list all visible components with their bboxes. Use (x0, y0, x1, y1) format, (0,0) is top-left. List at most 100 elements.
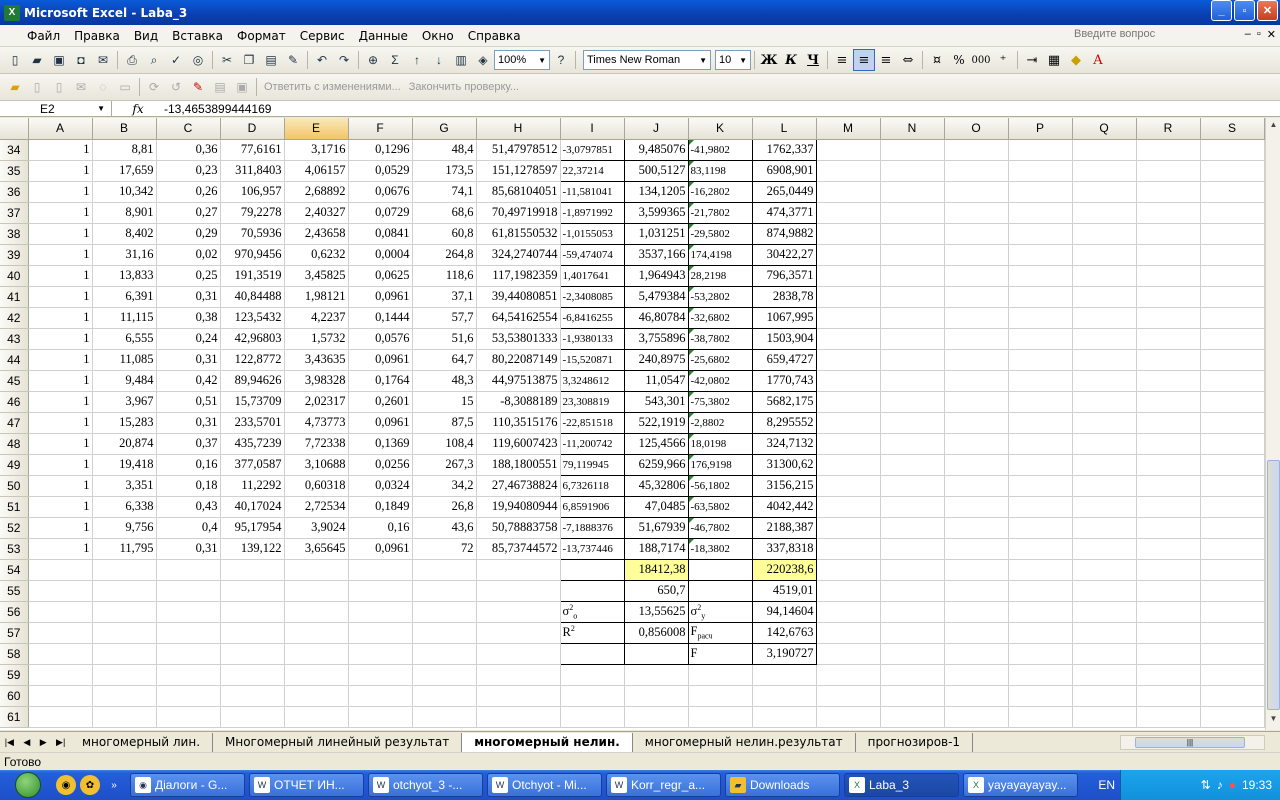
cell-h[interactable] (476, 706, 561, 728)
cell-d[interactable]: 377,0587 (220, 454, 285, 476)
cell-i[interactable]: -6,8416255 (559, 306, 625, 329)
merge-center-icon[interactable]: ⇔ (897, 49, 919, 71)
cell-k[interactable]: Fрасч (687, 621, 753, 644)
cell-a[interactable]: 1 (28, 244, 93, 266)
spelling-icon[interactable]: ✓ (165, 49, 187, 71)
cell-i[interactable] (559, 558, 625, 581)
cell-i[interactable]: -59,474074 (559, 243, 625, 266)
cell-i[interactable]: -11,581041 (559, 180, 625, 203)
cell-j[interactable] (623, 642, 689, 665)
row-header[interactable]: 43 (0, 328, 29, 350)
cell-p[interactable] (1008, 391, 1073, 413)
cell-q[interactable] (1072, 622, 1137, 644)
cell-i[interactable] (559, 642, 625, 665)
cell-o[interactable] (944, 370, 1009, 392)
research-icon[interactable]: ◎ (187, 49, 209, 71)
cell-l[interactable]: 1503,904 (751, 327, 817, 350)
cell-j[interactable] (624, 664, 689, 686)
cell-n[interactable] (880, 202, 945, 224)
cell-a[interactable]: 1 (28, 370, 93, 392)
cell-c[interactable]: 0,31 (156, 286, 221, 308)
cell-d[interactable]: 11,2292 (220, 475, 285, 497)
cell-e[interactable]: 2,40327 (284, 202, 349, 224)
cell-h[interactable]: 117,1982359 (476, 265, 561, 287)
cell-n[interactable] (880, 643, 945, 665)
cell-l[interactable]: 6908,901 (751, 159, 817, 182)
cell-i[interactable]: 1,4017641 (559, 264, 625, 287)
column-header-l[interactable]: L (752, 118, 817, 140)
cell-n[interactable] (880, 223, 945, 245)
cell-l[interactable]: 142,6763 (751, 621, 817, 644)
cell-q[interactable] (1072, 601, 1137, 623)
cell-a[interactable]: 1 (28, 391, 93, 413)
cell-j[interactable]: 188,7174 (623, 537, 689, 560)
cell-k[interactable]: -32,6802 (687, 306, 753, 329)
cell-g[interactable]: 267,3 (412, 454, 477, 476)
cell-l[interactable]: 265,0449 (751, 180, 817, 203)
paste-icon[interactable]: ▤ (260, 49, 282, 71)
cell-h[interactable]: 188,1800551 (476, 454, 561, 476)
cell-d[interactable] (220, 580, 285, 602)
cell-b[interactable]: 6,555 (92, 328, 157, 350)
row-header[interactable]: 38 (0, 223, 29, 245)
cell-b[interactable] (92, 685, 157, 707)
cell-n[interactable] (880, 475, 945, 497)
cell-o[interactable] (944, 307, 1009, 329)
first-sheet-icon[interactable]: |◀ (5, 737, 14, 748)
row-header[interactable]: 60 (0, 685, 29, 707)
cell-s[interactable] (1200, 328, 1265, 350)
cell-j[interactable]: 18412,38 (623, 558, 689, 581)
cell-p[interactable] (1008, 496, 1073, 518)
cell-b[interactable]: 6,338 (92, 496, 157, 518)
row-header[interactable]: 41 (0, 286, 29, 308)
cell-m[interactable] (816, 475, 881, 497)
cell-k[interactable]: F (687, 642, 753, 665)
cell-q[interactable] (1072, 286, 1137, 308)
cell-p[interactable] (1008, 370, 1073, 392)
cell-f[interactable]: 0,0625 (348, 265, 413, 287)
cell-m[interactable] (816, 286, 881, 308)
cell-k[interactable]: -16,2802 (687, 180, 753, 203)
cell-c[interactable]: 0,24 (156, 328, 221, 350)
cell-f[interactable]: 0,1849 (348, 496, 413, 518)
cell-g[interactable] (412, 622, 477, 644)
cell-l[interactable]: 94,14604 (751, 600, 817, 623)
cell-s[interactable] (1200, 685, 1265, 707)
cell-q[interactable] (1072, 328, 1137, 350)
cell-q[interactable] (1072, 685, 1137, 707)
cell-i[interactable] (560, 664, 625, 686)
cell-o[interactable] (944, 538, 1009, 560)
row-header[interactable]: 48 (0, 433, 29, 455)
cell-j[interactable] (624, 706, 689, 728)
cell-k[interactable]: σ2y (687, 600, 753, 623)
row-header[interactable]: 39 (0, 244, 29, 266)
cell-o[interactable] (944, 496, 1009, 518)
cell-m[interactable] (816, 265, 881, 287)
column-header-j[interactable]: J (624, 118, 689, 140)
cell-q[interactable] (1072, 433, 1137, 455)
cell-p[interactable] (1008, 517, 1073, 539)
cell-j[interactable]: 51,67939 (623, 516, 689, 539)
cell-p[interactable] (1008, 643, 1073, 665)
cell-a[interactable]: 1 (28, 307, 93, 329)
cell-s[interactable] (1200, 517, 1265, 539)
cell-c[interactable]: 0,02 (156, 244, 221, 266)
cell-d[interactable] (220, 685, 285, 707)
cell-r[interactable] (1136, 160, 1201, 182)
format-painter-icon[interactable]: ✎ (282, 49, 304, 71)
cell-j[interactable]: 3,599365 (623, 201, 689, 224)
cell-l[interactable]: 31300,62 (751, 453, 817, 476)
cell-k[interactable]: -53,2802 (687, 285, 753, 308)
cell-j[interactable]: 6259,966 (623, 453, 689, 476)
end-review-button[interactable]: Закончить проверку... (405, 81, 523, 93)
cell-c[interactable]: 0,37 (156, 433, 221, 455)
row-header[interactable]: 37 (0, 202, 29, 224)
cell-f[interactable]: 0,1764 (348, 370, 413, 392)
row-header[interactable]: 35 (0, 160, 29, 182)
cell-h[interactable]: 27,46738824 (476, 475, 561, 497)
task-word-3[interactable]: W Otchyot - Mi... (487, 773, 602, 797)
cell-i[interactable]: 6,7326118 (559, 474, 625, 497)
menu-data[interactable]: Данные (352, 29, 415, 43)
cell-m[interactable] (816, 622, 881, 644)
cell-d[interactable]: 106,957 (220, 181, 285, 203)
